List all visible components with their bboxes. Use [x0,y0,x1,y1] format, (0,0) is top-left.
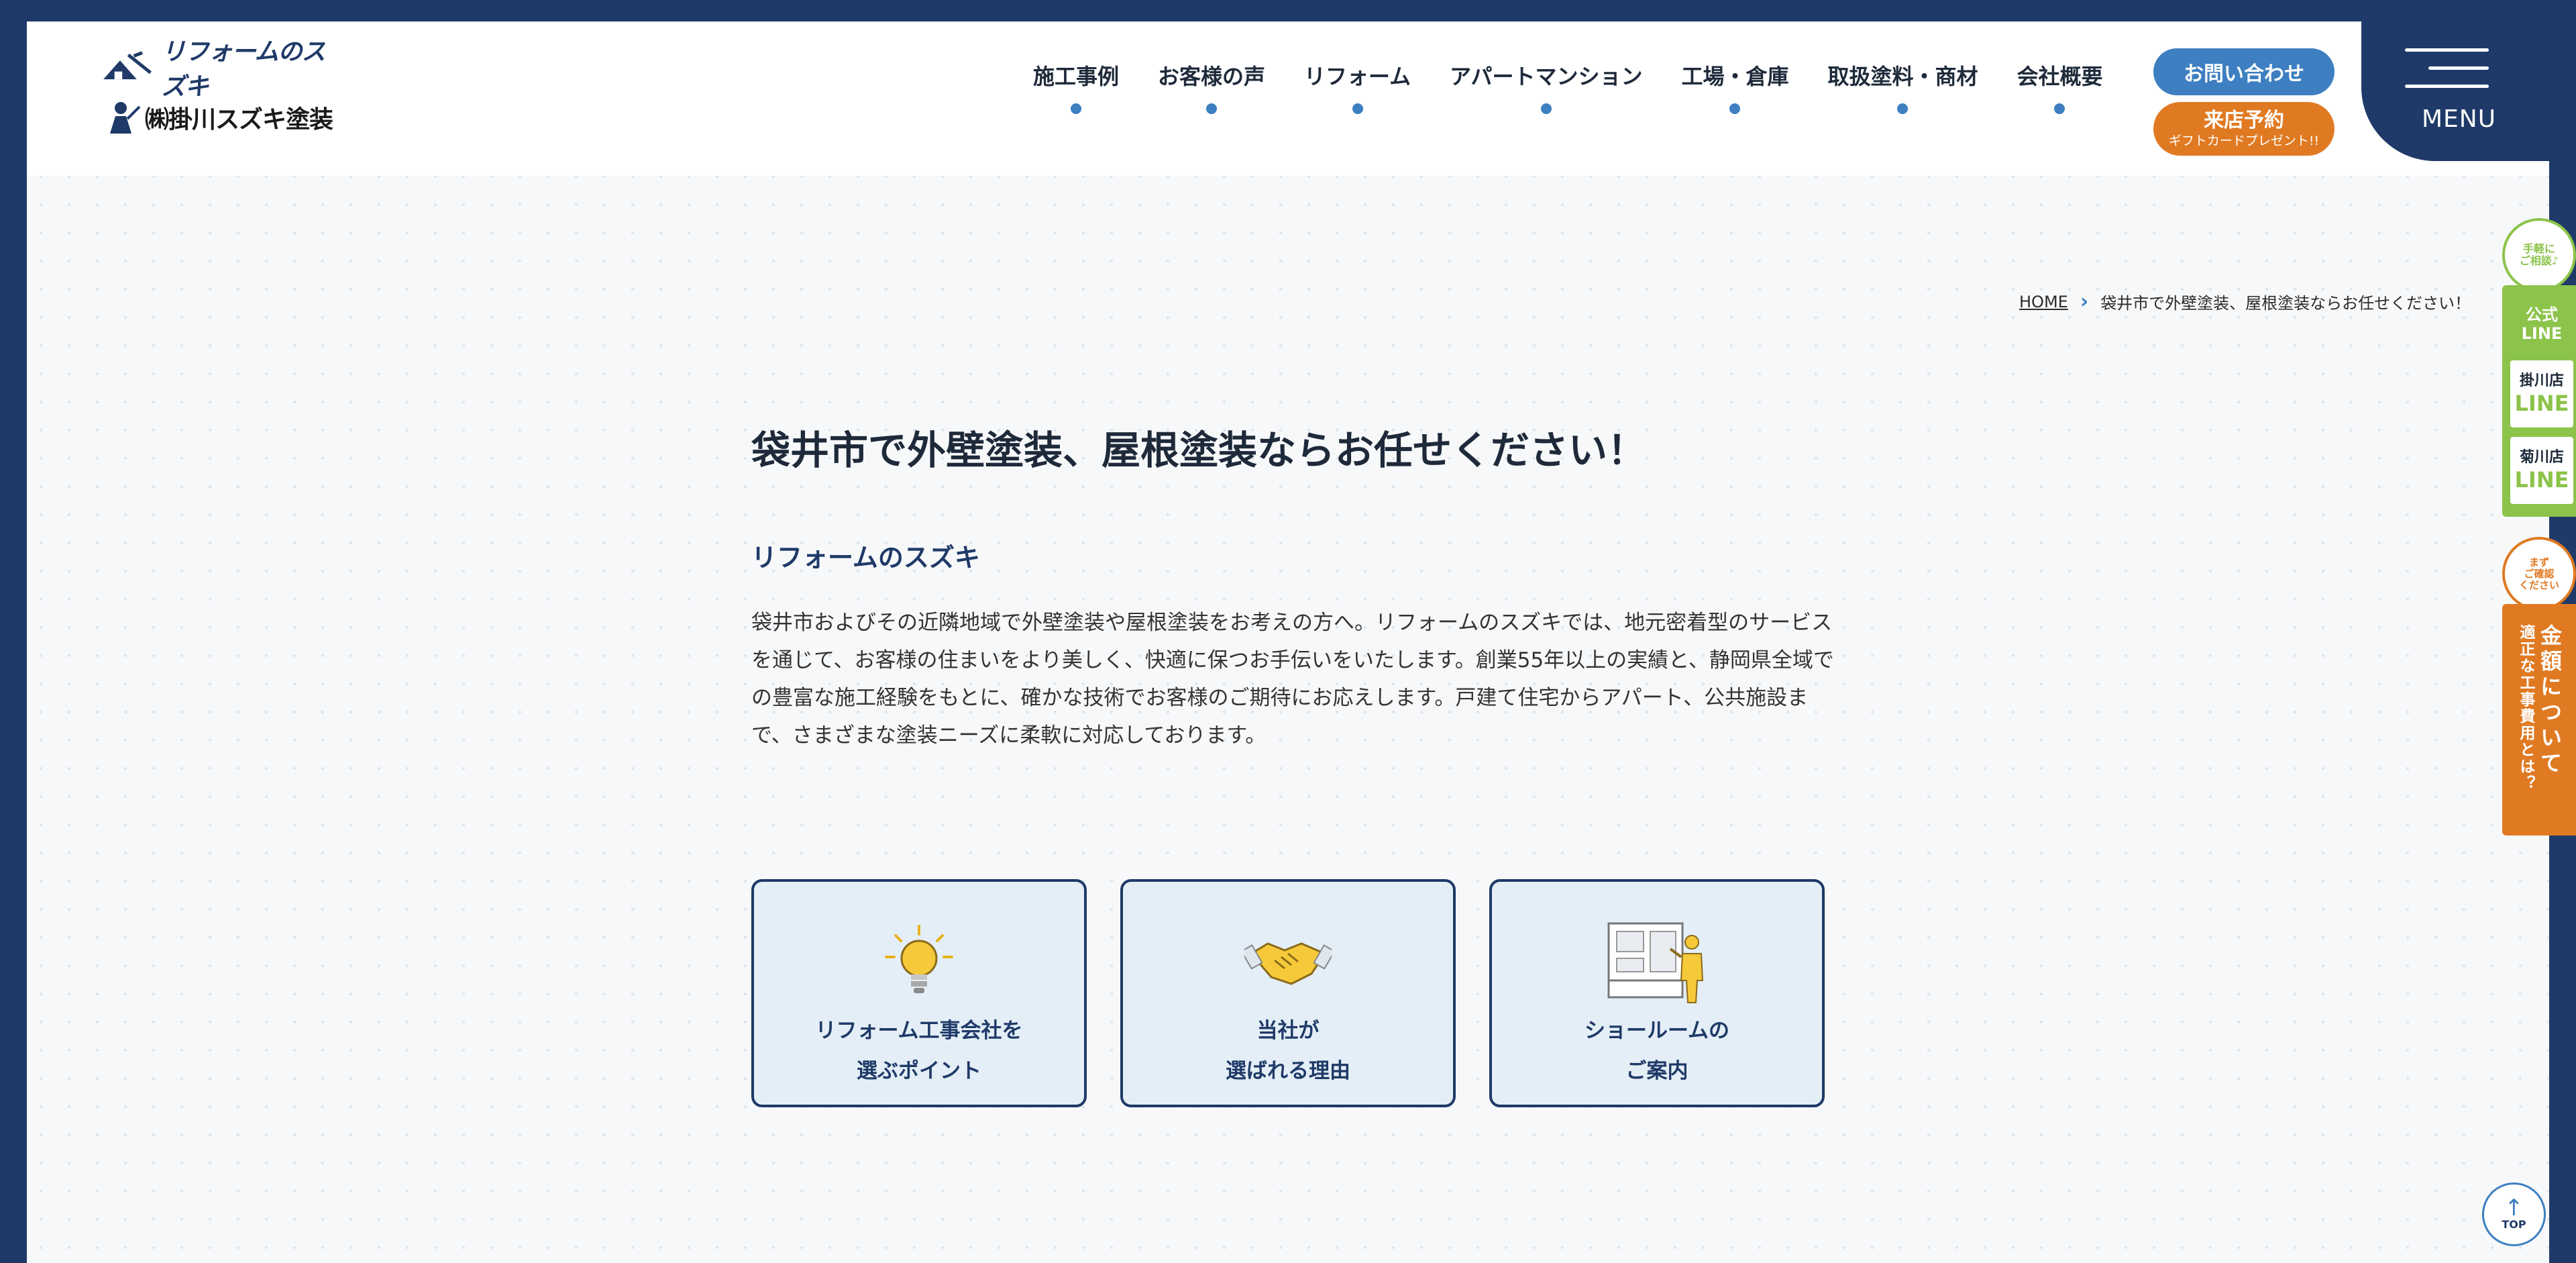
logo-brand-text: リフォームのスズキ [161,38,326,101]
nav-dot [1071,103,1081,114]
hamburger-icon [2405,48,2489,89]
price-sidebar[interactable]: まず ご確認 ください 金額について 適正な工事費用とは？ [2502,537,2576,836]
price-sub-text: 適正な工事費用とは？ [2517,624,2534,792]
nav-dot [1206,103,1218,114]
store-name: 菊川店 [2519,449,2564,466]
card-label: 当社が 選ばれる理由 [1226,1019,1350,1083]
nav-item-factory[interactable]: 工場・倉庫 [1681,62,1788,114]
card-choosing-points[interactable]: リフォーム工事会社を 選ぶポイント [751,879,1087,1107]
nav-label: 取扱塗料・商材 [1827,64,1978,89]
nav-item-apartment[interactable]: アパートマンション [1450,62,1642,114]
line-official-label: 公式 LINE [2521,305,2563,343]
nav-label: リフォーム [1304,64,1411,89]
nav-label: 施工事例 [1033,64,1120,89]
card-label: ショールームの ご案内 [1584,1019,1730,1083]
line-kikugawa-button[interactable]: 菊川店 LINE [2510,437,2573,504]
nav-item-paints[interactable]: 取扱塗料・商材 [1827,62,1978,114]
price-bubble: まず ご確認 ください [2502,537,2576,611]
top-label: TOP [2502,1218,2526,1231]
breadcrumb-home-link[interactable]: HOME [2019,293,2068,311]
logo-top-row: リフォームのスズキ [101,38,335,101]
nav-dot [1352,103,1363,114]
back-to-top-button[interactable]: ↑ TOP [2482,1182,2546,1246]
contact-button[interactable]: お問い合わせ [2153,48,2334,95]
painter-icon [110,102,141,134]
section-subtitle: リフォームのスズキ [751,543,980,572]
menu-button[interactable]: MENU [2361,21,2549,161]
nav-item-reform[interactable]: リフォーム [1304,62,1411,114]
nav-dot [1540,103,1552,114]
price-sidebar-body: 金額について 適正な工事費用とは？ [2502,604,2576,836]
breadcrumb-current: 袋井市で外壁塗装、屋根塗装ならお任せください！ [2100,294,2471,313]
showroom-icon [1603,917,1711,1004]
line-kakegawa-button[interactable]: 掛川店 LINE [2510,360,2573,427]
line-word: LINE [2514,467,2569,493]
site-header: リフォームのスズキ ㈱掛川スズキ塗装 施工事例 お客様の声 リフォーム アパート… [27,21,2549,176]
handshake-icon [1234,917,1342,1004]
line-sidebar-body: 公式 LINE 掛川店 LINE 菊川店 LINE [2502,285,2576,517]
card-reasons[interactable]: 当社が 選ばれる理由 [1120,879,1456,1107]
logo-bottom-row: ㈱掛川スズキ塗装 [101,92,335,142]
nav-label: 会社概要 [2017,64,2103,89]
visit-sublabel: ギフトカードプレゼント!! [2168,134,2320,148]
card-label: リフォーム工事会社を 選ぶポイント [815,1019,1023,1083]
nav-label: アパートマンション [1450,64,1643,89]
house-roof-icon [103,50,152,79]
lightbulb-icon [865,917,973,1004]
chevron-right-icon: › [2080,290,2089,313]
store-name: 掛川店 [2519,372,2564,389]
nav-dot [1729,103,1741,114]
feature-cards: リフォーム工事会社を 選ぶポイント 当社が 選ばれる理由 ショールームの ご案内 [751,879,1825,1107]
card-showroom[interactable]: ショールームの ご案内 [1489,879,1825,1107]
nav-dot [1897,103,1909,114]
page-title: 袋井市で外壁塗装、屋根塗装ならお任せください！ [751,427,1647,473]
nav-dot [2054,103,2065,114]
visit-label: 来店予約 [2204,109,2284,132]
visit-reservation-button[interactable]: 来店予約 ギフトカードプレゼント!! [2153,102,2334,156]
price-main-text: 金額について [2537,624,2563,777]
logo-company-text: ㈱掛川スズキ塗装 [145,105,333,134]
nav-item-company[interactable]: 会社概要 [2017,62,2103,114]
breadcrumb: HOME › 袋井市で外壁塗装、屋根塗装ならお任せください！ [2019,290,2471,313]
arrow-up-icon: ↑ [2504,1195,2524,1221]
line-bubble: 手軽に ご相談♪ [2502,218,2576,292]
page-frame: リフォームのスズキ ㈱掛川スズキ塗装 施工事例 お客様の声 リフォーム アパート… [27,21,2549,1263]
line-word: LINE [2514,391,2569,416]
intro-paragraph: 袋井市およびその近隣地域で外壁塗装や屋根塗装をお考えの方へ。リフォームのスズキで… [751,611,1834,748]
nav-label: 工場・倉庫 [1681,64,1789,89]
main-nav: 施工事例 お客様の声 リフォーム アパートマンション 工場・倉庫 取扱塗料・商材 [1033,62,2142,114]
site-logo[interactable]: リフォームのスズキ ㈱掛川スズキ塗装 [101,38,335,142]
menu-label: MENU [2422,105,2497,133]
nav-item-cases[interactable]: 施工事例 [1033,62,1119,114]
line-sidebar[interactable]: 手軽に ご相談♪ 公式 LINE 掛川店 LINE 菊川店 LINE [2502,218,2576,517]
nav-label: お客様の声 [1158,64,1266,89]
nav-item-voices[interactable]: お客様の声 [1158,62,1265,114]
